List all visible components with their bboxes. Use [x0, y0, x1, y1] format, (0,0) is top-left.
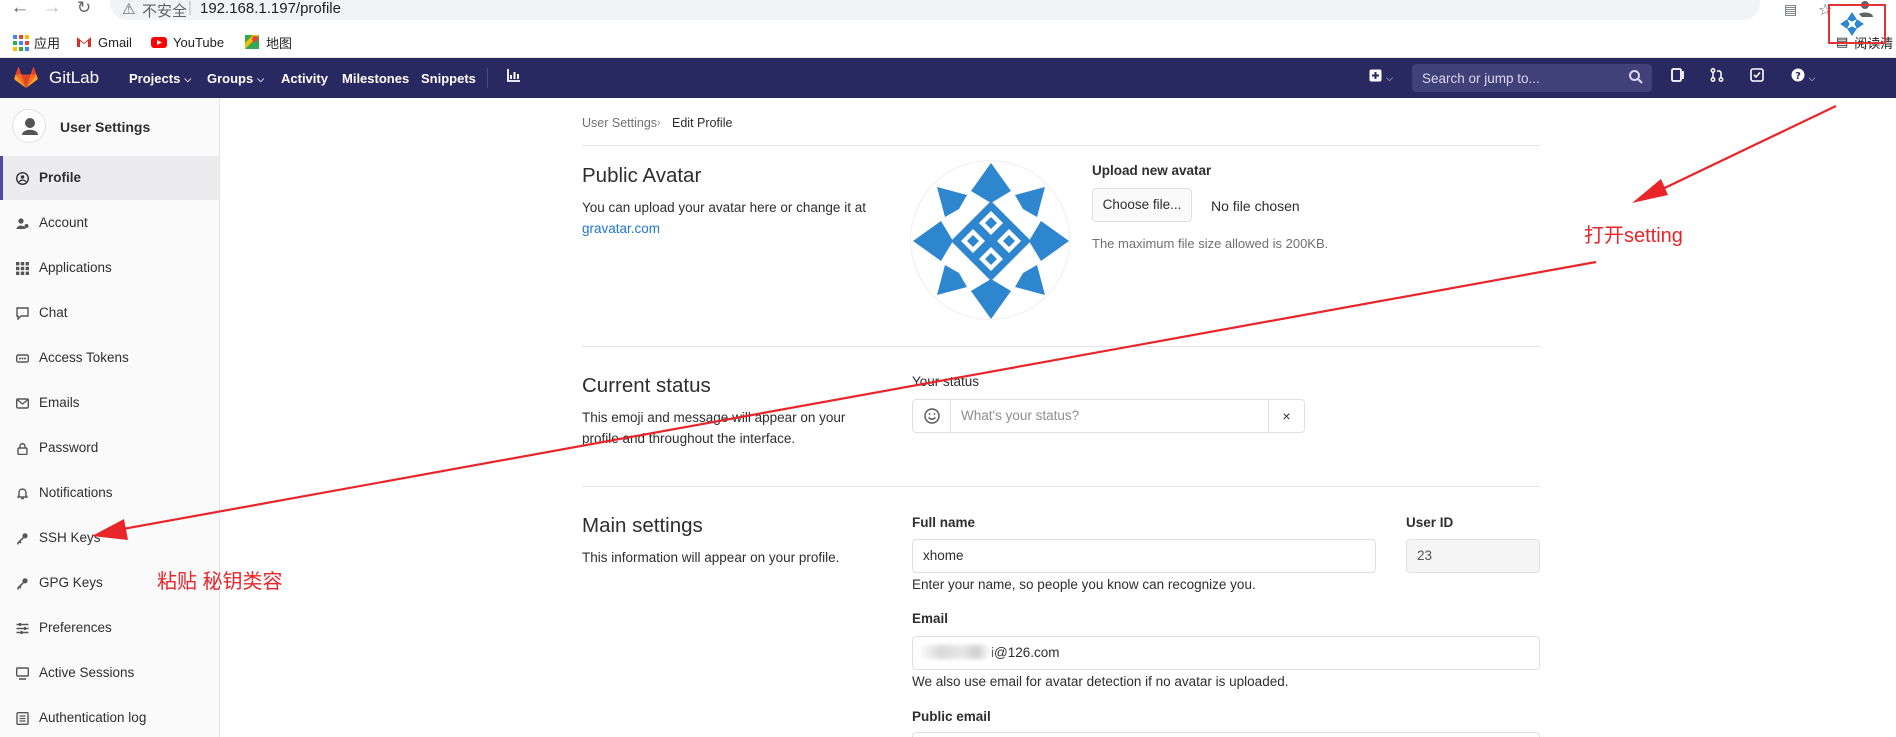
annotation-open-setting: 打开setting	[1584, 225, 1683, 247]
annotation-arrows	[92, 105, 1837, 540]
arrow-head-icon	[1632, 179, 1668, 203]
arrow-head-icon	[92, 519, 128, 540]
arrow-to-ssh-keys	[111, 260, 1597, 533]
arrow-to-settings	[1649, 105, 1837, 196]
screenshot-root: ← → ↻ ⚠ 不安全 | 192.168.1.197/profile ▤ ☆ …	[0, 0, 1896, 737]
annotation-paste-key: 粘贴 秘钥类容	[157, 571, 283, 593]
